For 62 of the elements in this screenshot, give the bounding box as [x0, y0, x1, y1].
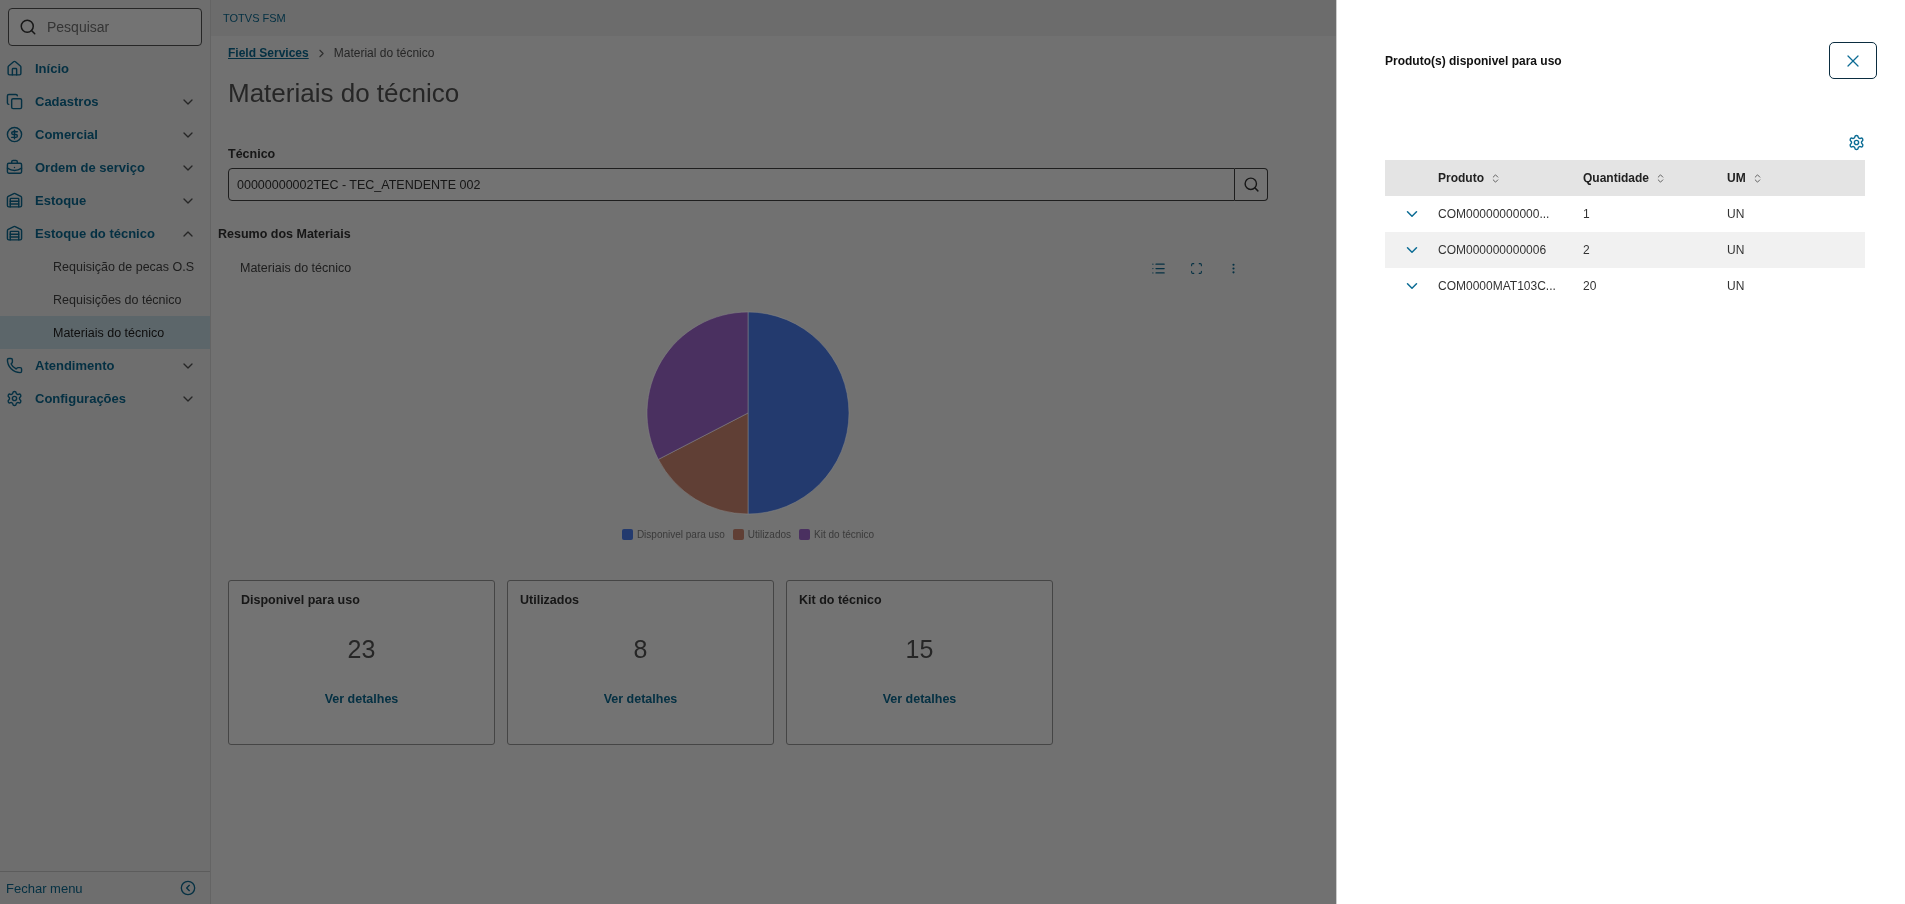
card-title: Kit do técnico: [799, 593, 882, 607]
search-field[interactable]: Pesquisar: [8, 8, 202, 46]
card-title: Disponivel para uso: [241, 593, 360, 607]
nav-item[interactable]: Atendimento: [0, 349, 210, 382]
phone-icon: [6, 357, 23, 374]
sort-icon[interactable]: [1655, 172, 1666, 184]
search-icon: [19, 18, 37, 36]
search-input[interactable]: Pesquisar: [45, 18, 191, 36]
close-button[interactable]: [1829, 42, 1877, 79]
drawer-title: Produto(s) disponivel para uso: [1385, 53, 1562, 68]
submenu-item[interactable]: Requisições do técnico: [0, 283, 210, 316]
card-value: 15: [905, 635, 934, 664]
nav-item[interactable]: Ordem de serviço: [0, 151, 210, 184]
table-cell-text: UN: [1727, 243, 1746, 257]
app-title: TOTVS FSM: [223, 12, 286, 24]
table-cell-text: COM00000000000...: [1438, 207, 1551, 221]
home-icon: [6, 60, 23, 77]
submenu-item[interactable]: Materiais do técnico: [0, 316, 210, 349]
submenu-item[interactable]: Requisição de pecas O.S: [0, 250, 210, 283]
nav-item[interactable]: Estoque do técnico: [0, 217, 210, 250]
details-link[interactable]: Ver detalhes: [882, 692, 957, 706]
table-cell-text: COM000000000006: [1438, 243, 1548, 257]
card-value: 23: [347, 635, 376, 664]
nav-item[interactable]: Início: [0, 52, 210, 85]
settings-icon: [6, 390, 23, 407]
section-title: Resumo dos Materiais: [218, 227, 352, 241]
card-value: 8: [633, 635, 648, 664]
warehouse-icon: [6, 225, 23, 242]
nav-item[interactable]: Estoque: [0, 184, 210, 217]
dollar-icon: [6, 126, 23, 143]
nav-item[interactable]: Cadastros: [0, 85, 210, 118]
column-header[interactable]: UM: [1727, 171, 1746, 185]
search-icon: [1242, 176, 1260, 193]
close-menu-link[interactable]: Fechar menu: [6, 880, 83, 896]
field-label: Técnico: [228, 147, 277, 161]
column-header[interactable]: Quantidade: [1583, 171, 1649, 185]
table-cell-text: COM0000MAT103C...: [1438, 279, 1557, 293]
technician-field[interactable]: 00000000002TEC - TEC_ATENDENTE 002: [228, 168, 1235, 201]
breadcrumb-current: Material do técnico: [333, 46, 435, 60]
table-cell-text: 20: [1583, 279, 1598, 293]
breadcrumb-link[interactable]: Field Services: [228, 46, 309, 60]
nav-item[interactable]: Comercial: [0, 118, 210, 151]
settings-icon[interactable]: [1848, 134, 1865, 151]
warehouse-icon: [6, 192, 23, 209]
details-link[interactable]: Ver detalhes: [324, 692, 399, 706]
sort-icon[interactable]: [1490, 172, 1501, 184]
fullscreen-icon[interactable]: [1190, 261, 1203, 275]
table-cell-text: 2: [1583, 243, 1591, 257]
list-icon[interactable]: [1151, 260, 1166, 276]
nav-item[interactable]: Configurações: [0, 382, 210, 415]
windows-icon: [6, 93, 23, 110]
page-title: Materiais do técnico: [228, 78, 461, 109]
table-cell-text: UN: [1727, 207, 1746, 221]
collapse-icon[interactable]: [180, 880, 196, 896]
briefcase-icon: [6, 159, 23, 176]
column-header[interactable]: Produto: [1438, 171, 1484, 185]
search-button[interactable]: [1235, 168, 1268, 201]
table-cell-text: 1: [1583, 207, 1591, 221]
table-cell-text: UN: [1727, 279, 1746, 293]
card-title: Utilizados: [520, 593, 580, 607]
chart-title: Materiais do técnico: [240, 261, 353, 275]
details-link[interactable]: Ver detalhes: [603, 692, 678, 706]
